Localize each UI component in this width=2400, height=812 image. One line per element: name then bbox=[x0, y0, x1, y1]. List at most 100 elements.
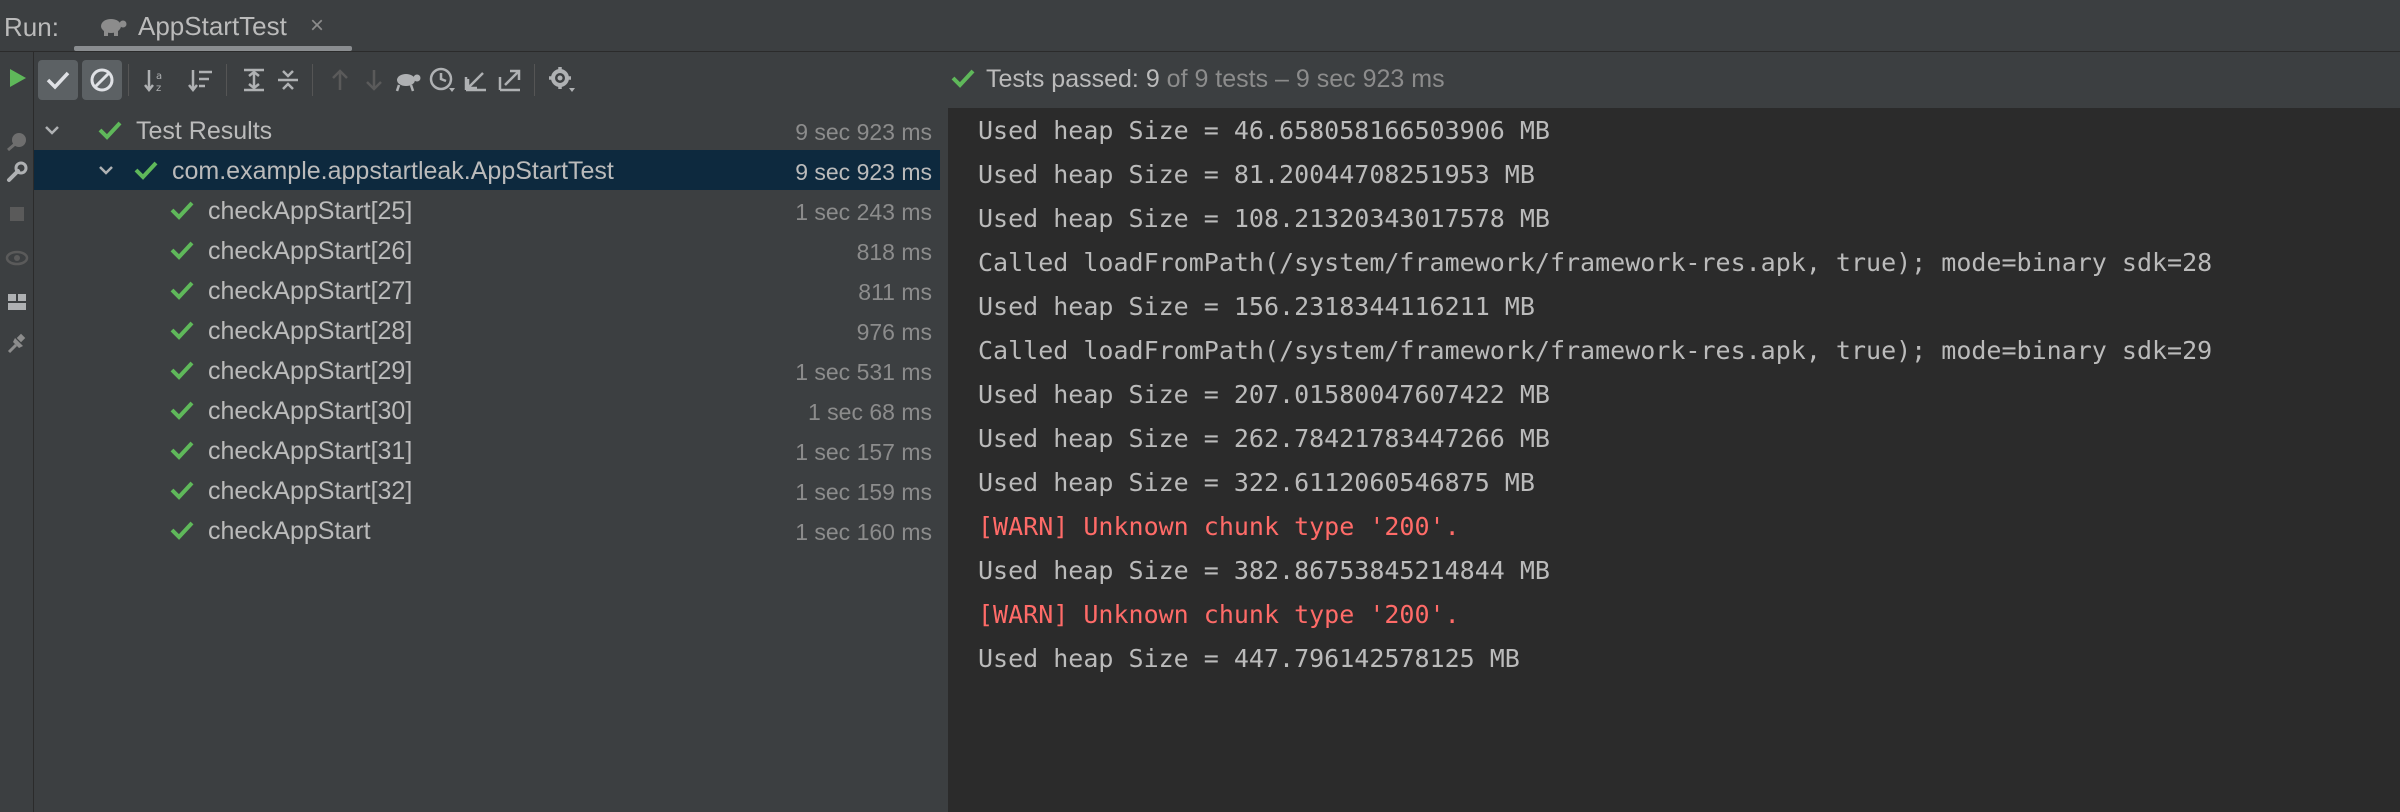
arrow-up-icon bbox=[332, 69, 348, 90]
collapse-all-icon bbox=[278, 70, 298, 90]
tree-suite-row[interactable]: com.example.appstartleak.AppStartTest 9 … bbox=[34, 150, 940, 190]
test-duration: 811 ms bbox=[858, 279, 932, 305]
run-tab[interactable]: AppStartTest × bbox=[76, 0, 352, 52]
passed-check-icon bbox=[170, 519, 194, 541]
run-tool-window-header: Run: AppStartTest × bbox=[0, 0, 2400, 52]
test-name: checkAppStart[25] bbox=[208, 197, 413, 225]
test-row[interactable]: checkAppStart[26] 818 ms bbox=[34, 230, 940, 270]
console-line: Used heap Size = 262.78421783447266 MB bbox=[978, 424, 1550, 453]
test-row[interactable]: checkAppStart[25] 1 sec 243 ms bbox=[34, 190, 940, 230]
console-output[interactable]: Used heap Size = 46.658058166503906 MB U… bbox=[940, 108, 2400, 812]
passed-check-icon bbox=[950, 66, 976, 90]
passed-check-icon bbox=[170, 199, 194, 221]
chevron-down-icon[interactable] bbox=[94, 158, 118, 182]
test-name: checkAppStart[26] bbox=[208, 237, 413, 265]
console-line: Used heap Size = 382.86753845214844 MB bbox=[978, 556, 1550, 585]
status-prefix: Tests passed: bbox=[986, 65, 1146, 93]
expand-all-icon bbox=[244, 68, 264, 92]
show-passed-button[interactable] bbox=[38, 60, 78, 100]
import-results-button[interactable] bbox=[490, 60, 530, 100]
sort-alphabetically-button[interactable]: az bbox=[136, 60, 176, 100]
layout-icon[interactable] bbox=[5, 290, 29, 314]
test-name: checkAppStart[28] bbox=[208, 317, 413, 345]
test-duration: 818 ms bbox=[856, 239, 932, 265]
console-warning-line: [WARN] Unknown chunk type '200'. bbox=[978, 600, 1460, 629]
console-line: Used heap Size = 108.21320343017578 MB bbox=[978, 204, 1550, 233]
clock-icon bbox=[429, 67, 455, 92]
test-row[interactable]: checkAppStart[27] 811 ms bbox=[34, 270, 940, 310]
chevron-down-icon[interactable] bbox=[40, 118, 64, 142]
svg-text:z: z bbox=[156, 83, 161, 93]
status-passed-count: 9 bbox=[1145, 65, 1160, 93]
collapse-all-button[interactable] bbox=[268, 60, 308, 100]
pin-icon[interactable] bbox=[5, 332, 29, 356]
passed-check-icon bbox=[170, 319, 194, 341]
test-results-tree[interactable]: Test Results 9 sec 923 ms com.example.ap… bbox=[34, 108, 940, 812]
tree-suite-label: com.example.appstartleak.AppStartTest bbox=[172, 157, 614, 185]
run-tab-title: AppStartTest bbox=[138, 11, 287, 41]
console-line: Used heap Size = 207.01580047607422 MB bbox=[978, 380, 1550, 409]
console-line: Used heap Size = 447.796142578125 MB bbox=[978, 644, 1520, 673]
run-label: Run: bbox=[4, 12, 59, 42]
tests-passed-status: Tests passed: 9 of 9 tests – 9 sec 923 m… bbox=[986, 65, 1445, 94]
console-line: Called loadFromPath(/system/framework/fr… bbox=[978, 336, 2213, 365]
test-name: checkAppStart[29] bbox=[208, 357, 413, 385]
settings-button[interactable] bbox=[542, 60, 582, 100]
toolbar-separator bbox=[534, 64, 535, 96]
sort-by-duration-button[interactable] bbox=[180, 60, 220, 100]
sort-alpha-icon: az bbox=[144, 70, 162, 93]
passed-check-icon bbox=[170, 479, 194, 501]
test-name: checkAppStart[31] bbox=[208, 437, 413, 465]
test-duration: 1 sec 159 ms bbox=[795, 479, 932, 505]
test-row[interactable]: checkAppStart[28] 976 ms bbox=[34, 310, 940, 350]
svg-text:a: a bbox=[156, 71, 162, 82]
passed-check-icon bbox=[134, 159, 158, 181]
test-row[interactable]: checkAppStart 1 sec 160 ms bbox=[34, 510, 940, 550]
tree-suite-duration: 9 sec 923 ms bbox=[795, 159, 932, 185]
wrench-icon[interactable] bbox=[5, 160, 29, 184]
test-duration: 1 sec 243 ms bbox=[795, 199, 932, 225]
ignored-icon bbox=[90, 68, 114, 92]
console-warning-line: [WARN] Unknown chunk type '200'. bbox=[978, 512, 1460, 541]
test-name: checkAppStart bbox=[208, 517, 371, 545]
import-icon bbox=[498, 69, 521, 92]
checkmark-icon bbox=[46, 71, 70, 90]
passed-check-icon bbox=[170, 239, 194, 261]
show-ignored-button[interactable] bbox=[82, 60, 122, 100]
tree-root-duration: 9 sec 923 ms bbox=[795, 119, 932, 145]
status-suffix: of 9 tests – 9 sec 923 ms bbox=[1159, 65, 1445, 93]
test-duration: 1 sec 160 ms bbox=[795, 519, 932, 545]
test-status-bar: Tests passed: 9 of 9 tests – 9 sec 923 m… bbox=[940, 52, 2400, 108]
console-line: Used heap Size = 322.6112060546875 MB bbox=[978, 468, 1535, 497]
test-duration: 976 ms bbox=[856, 319, 932, 345]
close-icon[interactable]: × bbox=[310, 12, 324, 40]
run-icon[interactable] bbox=[5, 66, 29, 90]
debug-icon[interactable] bbox=[5, 130, 29, 154]
passed-check-icon bbox=[170, 279, 194, 301]
toolbar-separator bbox=[128, 64, 129, 96]
turtle-run-icon bbox=[395, 74, 421, 92]
turtle-icon bbox=[98, 12, 128, 38]
passed-check-icon bbox=[170, 359, 194, 381]
console-line: Used heap Size = 46.658058166503906 MB bbox=[978, 116, 1550, 145]
stop-icon[interactable] bbox=[5, 202, 29, 226]
test-row[interactable]: checkAppStart[30] 1 sec 68 ms bbox=[34, 390, 940, 430]
test-row[interactable]: checkAppStart[31] 1 sec 157 ms bbox=[34, 430, 940, 470]
eye-icon[interactable] bbox=[5, 246, 29, 270]
tree-root-label: Test Results bbox=[136, 117, 273, 145]
toolbar-separator bbox=[312, 64, 313, 96]
test-tree-toolbar: az bbox=[34, 52, 940, 108]
console-line: Used heap Size = 156.2318344116211 MB bbox=[978, 292, 1535, 321]
console-line: Called loadFromPath(/system/framework/fr… bbox=[978, 248, 2213, 277]
test-duration: 1 sec 157 ms bbox=[795, 439, 932, 465]
passed-check-icon bbox=[170, 439, 194, 461]
toolbar-separator bbox=[226, 64, 227, 96]
test-row[interactable]: checkAppStart[32] 1 sec 159 ms bbox=[34, 470, 940, 510]
test-name: checkAppStart[27] bbox=[208, 277, 413, 305]
test-row[interactable]: checkAppStart[29] 1 sec 531 ms bbox=[34, 350, 940, 390]
arrow-down-icon bbox=[366, 70, 382, 91]
console-line: Used heap Size = 81.20044708251953 MB bbox=[978, 160, 1535, 189]
sort-duration-icon bbox=[188, 70, 212, 93]
test-duration: 1 sec 531 ms bbox=[795, 359, 932, 385]
tree-root-row[interactable]: Test Results 9 sec 923 ms bbox=[34, 110, 940, 150]
